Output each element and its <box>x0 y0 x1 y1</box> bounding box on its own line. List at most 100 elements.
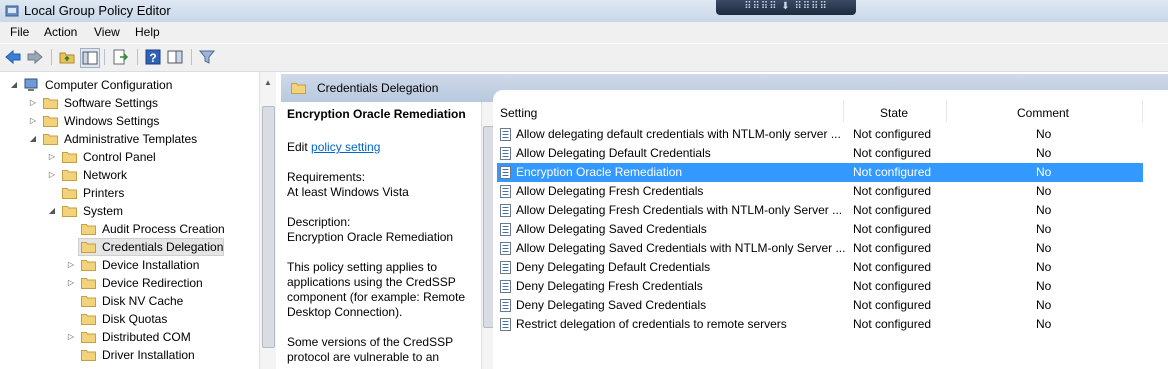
folder-icon <box>62 206 77 217</box>
toolbar: ? <box>0 44 1168 72</box>
folder-icon <box>81 350 96 361</box>
folder-icon <box>43 98 58 109</box>
tree-item-windows-settings[interactable]: ▷ Windows Settings <box>0 112 258 130</box>
setting-name: Allow Delegating Default Credentials <box>516 146 711 160</box>
edit-line: Edit policy setting <box>287 140 380 155</box>
setting-name: Deny Delegating Default Credentials <box>516 260 711 274</box>
folder-icon <box>81 242 96 253</box>
tree-item-control-panel[interactable]: ▷ Control Panel <box>0 148 258 166</box>
back-arrow-icon[interactable] <box>4 48 22 66</box>
edit-policy-setting-link[interactable]: policy setting <box>311 140 380 154</box>
collapse-arrow-icon[interactable]: ▷ <box>67 256 75 274</box>
description-text: component (for example: Remote <box>287 290 466 304</box>
table-row[interactable]: Allow Delegating Saved Credentials with … <box>497 239 1143 258</box>
folder-icon <box>62 170 77 181</box>
expand-arrow-icon[interactable]: ◢ <box>10 76 18 94</box>
setting-state: Not configured <box>853 317 932 331</box>
setting-comment: No <box>1036 203 1052 217</box>
folder-icon <box>81 278 96 289</box>
table-row[interactable]: Allow Delegating Saved Credentials Not c… <box>497 220 1143 239</box>
collapse-arrow-icon[interactable]: ▷ <box>67 328 75 346</box>
expand-arrow-icon[interactable]: ◢ <box>29 130 37 148</box>
tree-item-system[interactable]: ◢ System <box>0 202 258 220</box>
table-row[interactable]: Deny Delegating Default Credentials Not … <box>497 258 1143 277</box>
tree-item-administrative-templates[interactable]: ◢ Administrative Templates <box>0 130 258 148</box>
tree-item-printers[interactable]: Printers <box>0 184 258 202</box>
tree-item-audit-process-creation[interactable]: Audit Process Creation <box>0 220 258 238</box>
setting-state: Not configured <box>853 127 932 141</box>
show-hide-tree-icon[interactable] <box>80 48 100 68</box>
setting-name: Deny Delegating Saved Credentials <box>516 298 707 312</box>
filter-icon[interactable] <box>198 48 216 66</box>
collapse-arrow-icon[interactable]: ▷ <box>67 274 75 292</box>
collapse-arrow-icon[interactable]: ▷ <box>48 148 56 166</box>
setting-state: Not configured <box>853 184 932 198</box>
setting-name: Allow Delegating Saved Credentials with … <box>516 241 846 255</box>
table-row[interactable]: Deny Delegating Saved Credentials Not co… <box>497 296 1143 315</box>
setting-comment: No <box>1036 279 1052 293</box>
tree-item-software-settings[interactable]: ▷ Software Settings <box>0 94 258 112</box>
tree-label: Device Installation <box>102 258 200 272</box>
menu-bar: File Action View Help <box>0 22 1168 43</box>
table-row[interactable]: Allow delegating default credentials wit… <box>497 125 1143 144</box>
setting-state: Not configured <box>853 298 932 312</box>
setting-state: Not configured <box>853 241 932 255</box>
table-row[interactable]: Allow Delegating Default Credentials Not… <box>497 144 1143 163</box>
tree-scroll-thumb[interactable] <box>262 106 275 348</box>
computer-icon <box>24 78 38 91</box>
menu-file[interactable]: File <box>10 25 29 39</box>
tree-item-device-installation[interactable]: ▷ Device Installation <box>0 256 258 274</box>
tree-scrollbar[interactable]: ▲ <box>259 72 276 369</box>
policy-setting-icon <box>500 280 511 293</box>
expand-arrow-icon[interactable]: ◢ <box>48 202 56 220</box>
policy-setting-icon <box>500 318 511 331</box>
properties-pane-icon[interactable] <box>166 48 184 66</box>
tree-label: Software Settings <box>64 96 159 110</box>
menu-help[interactable]: Help <box>135 25 160 39</box>
table-row-selected[interactable]: Encryption Oracle Remediation Not config… <box>497 163 1143 182</box>
folder-icon <box>62 188 77 199</box>
up-folder-icon[interactable] <box>58 48 76 66</box>
table-row[interactable]: Restrict delegation of credentials to re… <box>497 315 1143 334</box>
forward-arrow-icon[interactable] <box>26 48 44 66</box>
setting-state: Not configured <box>853 203 932 217</box>
collapse-arrow-icon[interactable]: ▷ <box>29 94 37 112</box>
tree-item-disk-nv-cache[interactable]: Disk NV Cache <box>0 292 258 310</box>
column-header-setting[interactable]: Setting <box>500 106 537 120</box>
tree-label: Administrative Templates <box>64 132 198 146</box>
tree-item-disk-quotas[interactable]: Disk Quotas <box>0 310 258 328</box>
table-row[interactable]: Deny Delegating Fresh Credentials Not co… <box>497 277 1143 296</box>
table-row[interactable]: Allow Delegating Fresh Credentials Not c… <box>497 182 1143 201</box>
collapse-arrow-icon[interactable]: ▷ <box>29 112 37 130</box>
window-title: Local Group Policy Editor <box>24 3 171 18</box>
policy-setting-icon <box>500 299 511 312</box>
table-row[interactable]: Allow Delegating Fresh Credentials with … <box>497 201 1143 220</box>
tree-label: Disk NV Cache <box>102 294 184 308</box>
tree-item-computer-configuration[interactable]: ◢ Computer Configuration <box>0 76 258 94</box>
tree-label: Driver Installation <box>102 348 195 362</box>
tree-item-device-redirection[interactable]: ▷ Device Redirection <box>0 274 258 292</box>
details-header-title: Credentials Delegation <box>317 81 439 95</box>
folder-icon <box>81 224 96 235</box>
scroll-up-arrow-icon[interactable]: ▲ <box>264 78 272 87</box>
tree-label: Network <box>83 168 128 182</box>
folder-icon <box>291 83 306 94</box>
menu-action[interactable]: Action <box>44 25 77 39</box>
setting-state: Not configured <box>853 260 932 274</box>
menu-view[interactable]: View <box>94 25 120 39</box>
help-icon[interactable]: ? <box>144 48 162 66</box>
column-header-state[interactable]: State <box>880 106 908 120</box>
title-bar <box>0 0 1168 23</box>
collapse-arrow-icon[interactable]: ▷ <box>48 166 56 184</box>
tree-item-driver-installation[interactable]: Driver Installation <box>0 346 258 364</box>
tree-item-distributed-com[interactable]: ▷ Distributed COM <box>0 328 258 346</box>
setting-comment: No <box>1036 260 1052 274</box>
remote-session-bar[interactable]: ⠿⠿⠿⠿ ⬇ ⠿⠿⠿⠿ <box>716 0 856 15</box>
tree-item-network[interactable]: ▷ Network <box>0 166 258 184</box>
tree-item-credentials-delegation[interactable]: Credentials Delegation <box>0 238 258 256</box>
policy-setting-icon <box>500 261 511 274</box>
tree-label: Computer Configuration <box>45 78 173 92</box>
export-list-icon[interactable] <box>111 48 129 66</box>
column-header-comment[interactable]: Comment <box>1017 106 1069 120</box>
requirements-label: Requirements: <box>287 170 366 184</box>
